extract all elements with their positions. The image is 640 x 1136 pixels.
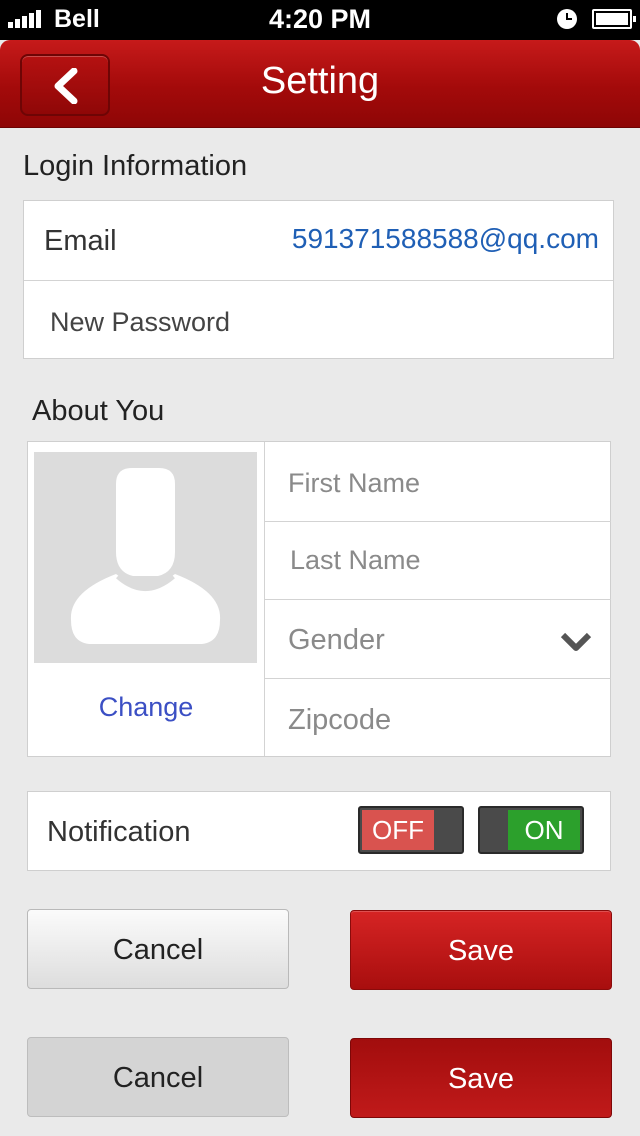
gender-select[interactable]: Gender: [288, 624, 385, 657]
about-section-heading: About You: [32, 395, 165, 427]
login-card: Email 591371588588@qq.com New Password: [23, 200, 614, 359]
first-name-field[interactable]: First Name: [288, 468, 420, 499]
avatar[interactable]: [34, 452, 257, 663]
toggle-on-label: ON: [508, 810, 580, 850]
zipcode-field[interactable]: Zipcode: [288, 704, 391, 737]
nav-bar: Setting: [0, 40, 640, 128]
notification-label: Notification: [47, 816, 191, 848]
notification-on-toggle[interactable]: ON: [478, 806, 584, 854]
save-button[interactable]: Save: [350, 910, 612, 990]
cancel-button-alt[interactable]: Cancel: [27, 1037, 289, 1117]
change-avatar-link[interactable]: Change: [28, 692, 264, 723]
clock-icon: [557, 9, 577, 29]
login-section-heading: Login Information: [23, 150, 248, 182]
status-bar: Bell 4:20 PM: [0, 0, 640, 40]
page-title: Setting: [260, 60, 380, 102]
new-password-field[interactable]: New Password: [50, 307, 230, 338]
user-silhouette-icon: [70, 468, 221, 644]
divider: [265, 678, 611, 679]
battery-icon: [592, 9, 636, 29]
status-time: 4:20 PM: [268, 4, 372, 34]
save-button-alt[interactable]: Save: [350, 1038, 612, 1118]
email-label: Email: [44, 225, 117, 257]
divider: [265, 521, 611, 522]
toggle-off-label: OFF: [362, 810, 434, 850]
divider: [24, 280, 613, 281]
email-value[interactable]: 591371588588@qq.com: [292, 223, 599, 255]
notification-off-toggle[interactable]: OFF: [358, 806, 464, 854]
last-name-field[interactable]: Last Name: [290, 545, 421, 576]
chevron-down-icon[interactable]: [560, 632, 592, 652]
notification-card: Notification OFF ON: [27, 791, 611, 871]
divider: [265, 599, 611, 600]
about-card: Change First Name Last Name Gender Zipco…: [27, 441, 611, 757]
cancel-button[interactable]: Cancel: [27, 909, 289, 989]
